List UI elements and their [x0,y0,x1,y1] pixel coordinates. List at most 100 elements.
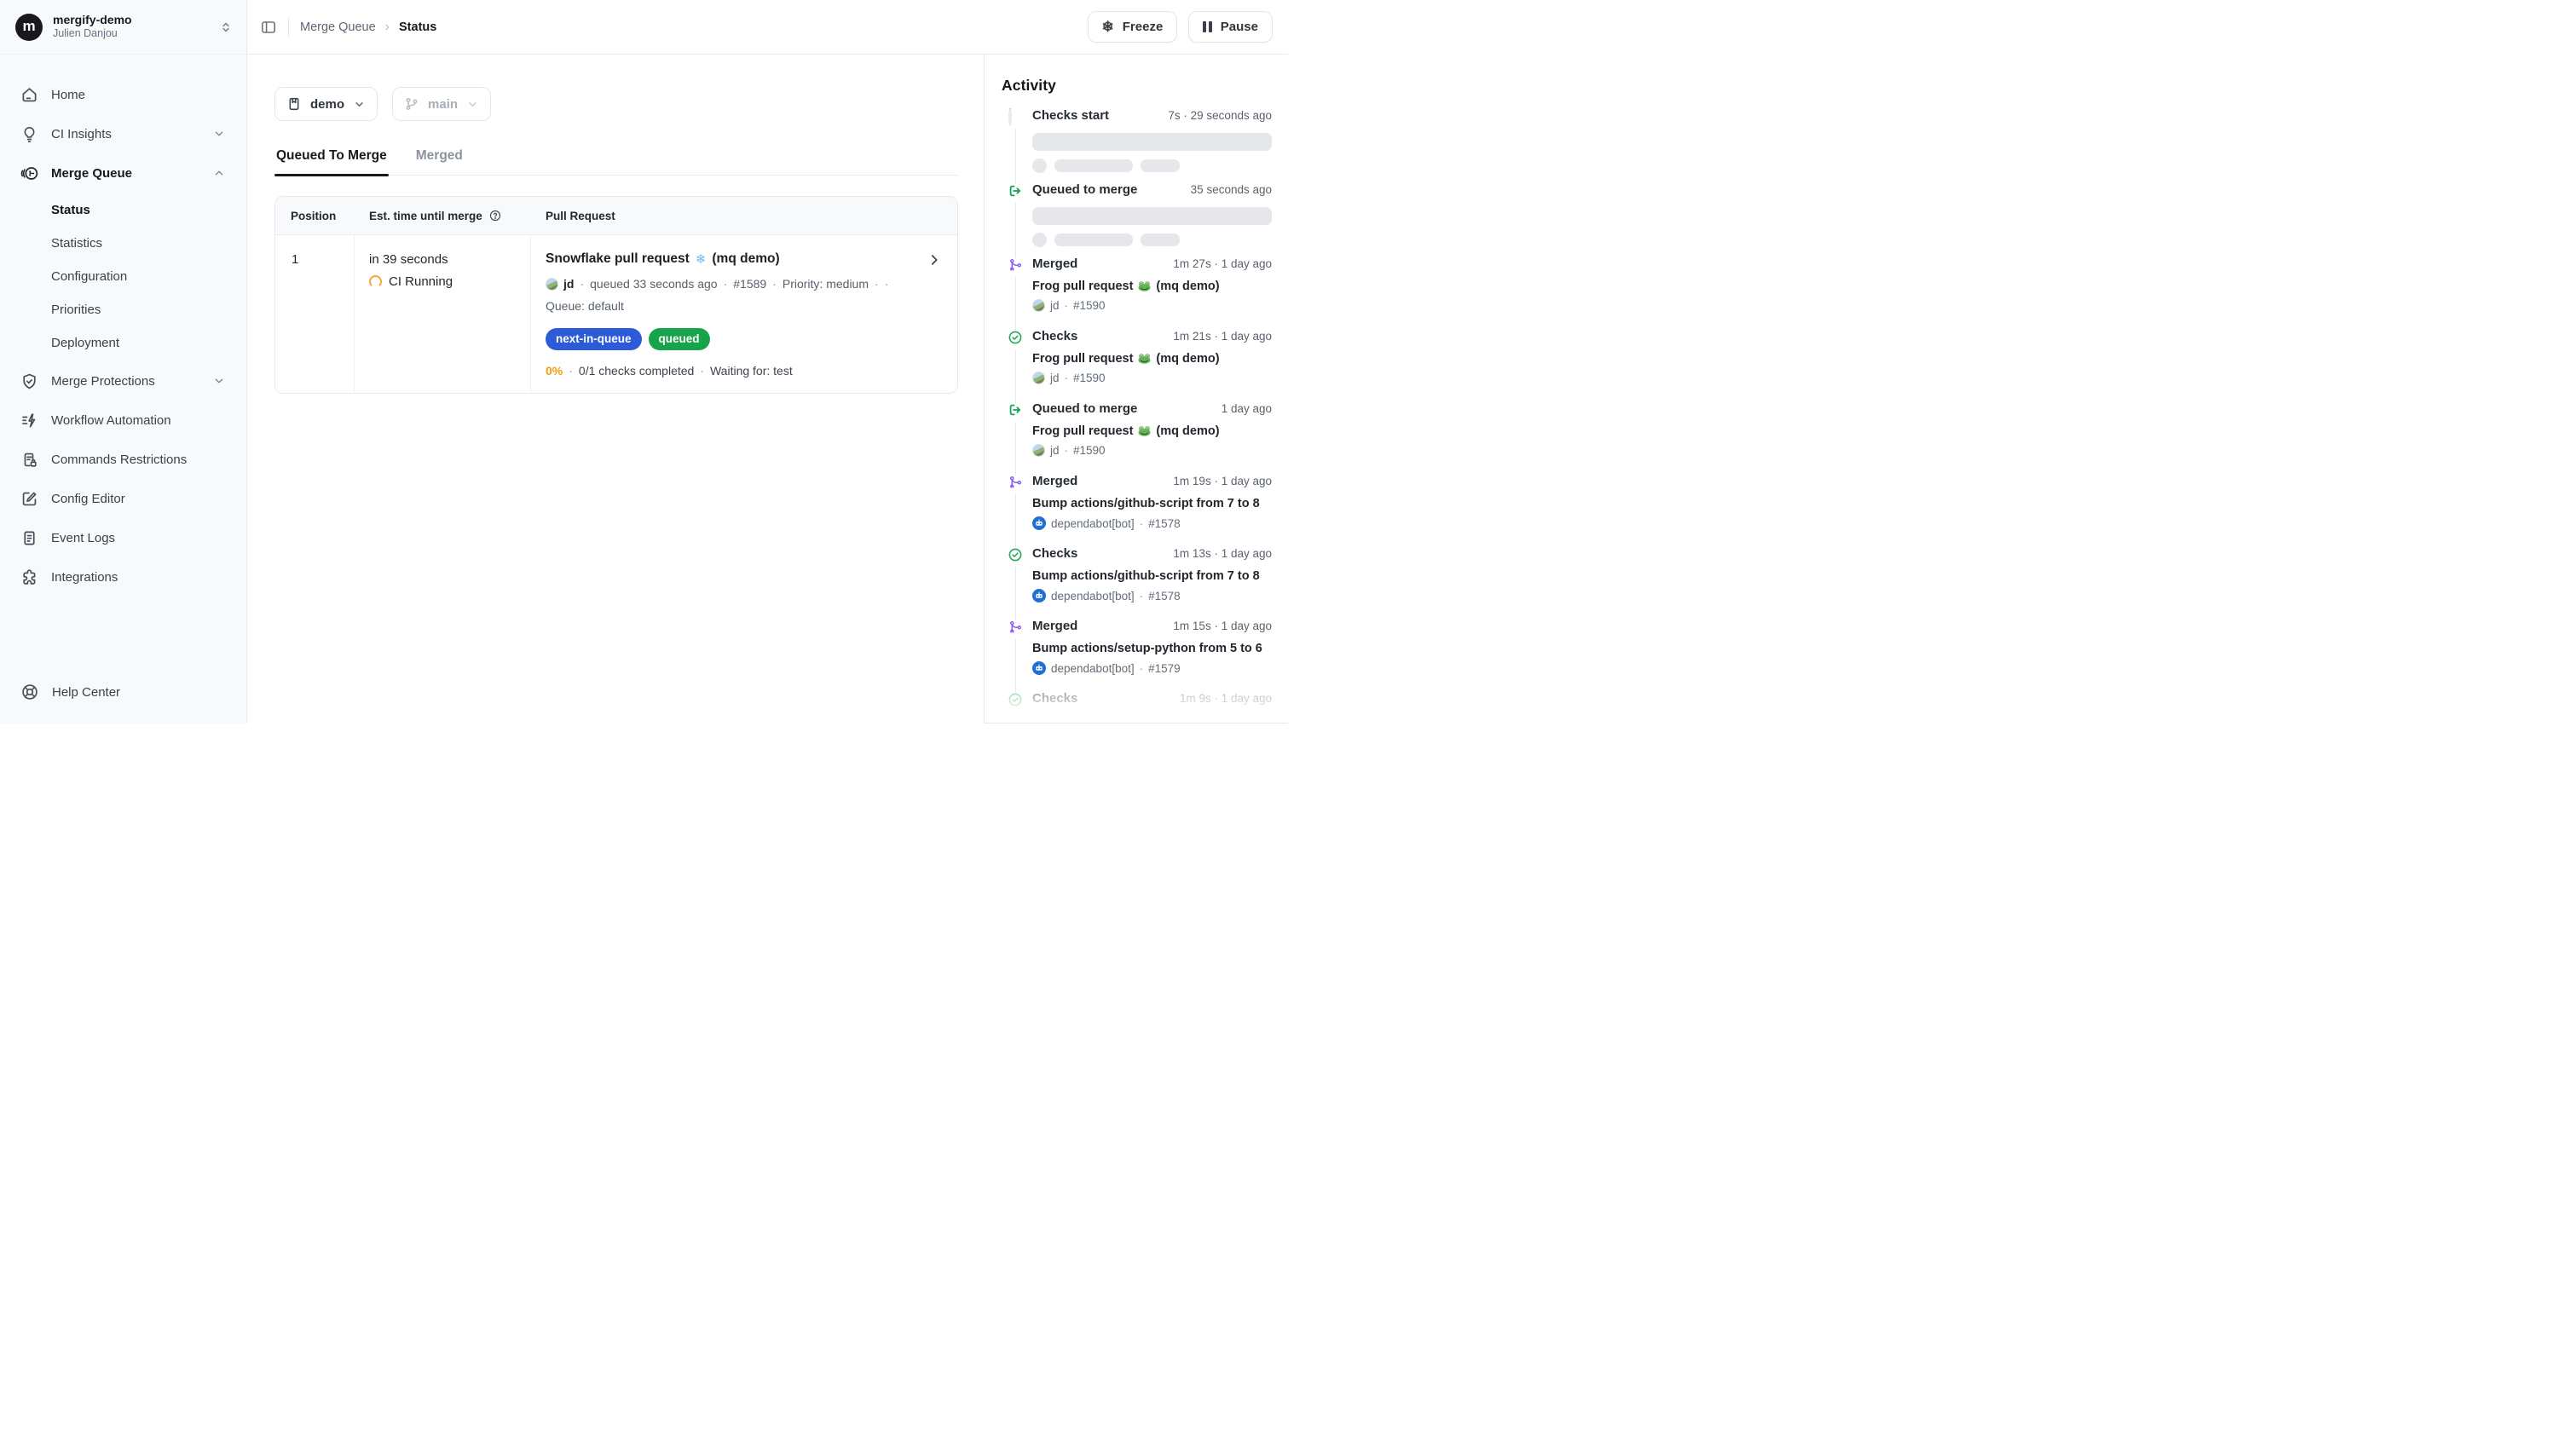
breadcrumb-merge-queue[interactable]: Merge Queue [300,20,376,34]
meta-part: Priority: medium [783,275,869,292]
activity-item-checks-start[interactable]: Checks start7s · 29 seconds ago [1008,108,1272,182]
activity-pr-title[interactable]: Bump actions/setup-python from 5 to 6 [1032,714,1272,724]
activity-pr-text: Bump actions/setup-python from 5 to 6 [1032,714,1262,724]
tab-queued-to-merge[interactable]: Queued To Merge [274,148,389,175]
activity-pr-title[interactable]: Bump actions/github-script from 7 to 8 [1032,497,1272,510]
pause-label: Pause [1221,20,1258,34]
sidebar-item-help-center[interactable]: Help Center [0,683,246,724]
meta-separator: · [772,275,777,292]
sidebar-item-workflow-automation[interactable]: Workflow Automation [12,402,234,438]
sidebar-nav: Home CI InsightsMerge QueueStatusStatisti… [0,55,246,683]
activity-item-head: Queued to merge35 seconds ago [1032,182,1272,197]
app-window: m mergify-demo Julien Danjou Home CI Insi… [0,0,1288,724]
skeleton-text [1054,159,1133,172]
snowflake-emoji: ❄ [696,251,707,267]
chevron-right-icon[interactable] [927,252,942,268]
chevron-down-icon [353,98,366,111]
activity-item-checks[interactable]: Checks1m 13s · 1 day agoBump actions/git… [1008,546,1272,619]
activity-pr-suffix: (mq demo) [1156,280,1219,293]
sidebar-item-config-editor[interactable]: Config Editor [12,481,234,516]
dependabot-icon [1032,589,1046,602]
repository-select[interactable]: demo [274,87,378,121]
row-position: 1 [275,235,355,393]
pull-request-title[interactable]: Snowflake pull request ❄ (mq demo) [546,251,913,267]
queue-table: Position Est. time until merge Pull Requ… [274,196,958,394]
activity-item-body: Merged1m 19s · 1 day agoBump actions/git… [1032,474,1272,537]
activity-item-merged[interactable]: Merged1m 27s · 1 day ago Frog pull reques… [1008,257,1272,329]
activity-item-head: Queued to merge1 day ago [1032,401,1272,416]
queue-tabs: Queued To Merge Merged [274,148,958,176]
main-column: Merge Queue › Status ❄ Freeze Pause [247,0,1288,724]
activity-pr-title[interactable]: Frog pull request(mq demo) [1032,424,1272,438]
activity-pr-title[interactable]: Bump actions/setup-python from 5 to 6 [1032,642,1272,655]
activity-pr-text: Frog pull request [1032,424,1133,438]
activity-pr-number: #1590 [1073,299,1106,312]
activity-item-merged[interactable]: Merged1m 15s · 1 day agoBump actions/set… [1008,619,1272,691]
pause-button[interactable]: Pause [1188,11,1273,43]
activity-item-merged[interactable]: Merged1m 19s · 1 day agoBump actions/git… [1008,474,1272,546]
spinner-ring [1008,108,1012,126]
freeze-button[interactable]: ❄ Freeze [1088,11,1178,43]
edit-square-icon [20,490,38,508]
activity-timestamp: 35 seconds ago [1191,183,1272,196]
sidebar-item-statistics[interactable]: Statistics [12,228,234,258]
activity-item-queued-to-merge[interactable]: Queued to merge35 seconds ago [1008,182,1272,257]
sidebar-toggle-icon[interactable] [260,19,277,36]
avatar [1032,444,1045,457]
sidebar-item-commands-restrictions[interactable]: Commands Restrictions [12,441,234,477]
account-name: mergify-demo [53,13,132,28]
branch-value: main [428,97,458,112]
checks-icon [1008,548,1022,562]
activity-pr-text: Bump actions/setup-python from 5 to 6 [1032,642,1262,655]
meta-separator: · [1140,590,1144,602]
branch-select[interactable]: main [392,87,491,121]
repo-book-icon [286,96,302,112]
activity-item-checks[interactable]: Checks1m 21s · 1 day agoFrog pull reques… [1008,329,1272,401]
label-badge-next-in-queue: next-in-queue [546,328,642,350]
tab-merged[interactable]: Merged [414,148,465,175]
sidebar-item-configuration[interactable]: Configuration [12,261,234,291]
sidebar-item-merge-protections[interactable]: Merge Protections [12,363,234,399]
activity-title: Activity [1002,77,1272,95]
main-content: demo main [247,55,984,724]
activity-item-body: Checks1m 9s · 1 day agoBump actions/setu… [1032,691,1272,724]
activity-item-checks[interactable]: Checks1m 9s · 1 day agoBump actions/setu… [1008,691,1272,724]
activity-author: dependabot[bot] [1051,662,1135,675]
sidebar-item-ci-insights[interactable]: CI Insights [12,116,234,152]
activity-pr-suffix: (mq demo) [1156,352,1219,366]
meta-separator: · [724,275,728,292]
meta-separator: · [885,275,889,292]
sidebar-item-home[interactable]: Home [12,77,234,112]
sidebar-item-deployment[interactable]: Deployment [12,327,234,358]
lightbulb-icon [20,125,38,143]
row-eta-cell: in 39 seconds CI Running [355,235,531,393]
activity-event-title: Checks [1032,691,1077,706]
queue-row[interactable]: 1 in 39 seconds CI Running Snowflake pul… [275,235,957,393]
help-center-label: Help Center [52,685,120,700]
activity-pr-title[interactable]: Bump actions/github-script from 7 to 8 [1032,569,1272,583]
pull-request-checks: 0%·0/1 checks completed·Waiting for: tes… [546,364,913,378]
activity-pr-title[interactable]: Frog pull request (mq demo) [1032,352,1272,366]
pull-request-labels: next-in-queuequeued [546,328,913,350]
account-switcher[interactable]: m mergify-demo Julien Danjou [0,0,246,55]
sidebar-item-integrations[interactable]: Integrations [12,559,234,595]
activity-item-queued-to-merge[interactable]: Queued to merge1 day ago Frog pull reques… [1008,401,1272,474]
activity-pr-title[interactable]: Frog pull request(mq demo) [1032,280,1272,293]
topbar-divider [288,18,289,37]
column-position: Position [275,210,355,222]
sidebar-item-merge-queue[interactable]: Merge Queue [12,155,234,191]
activity-pr-meta: dependabot[bot]·#1578 [1032,516,1272,530]
meta-separator: · [1065,299,1069,312]
workflow-icon [20,412,38,429]
activity-pr-text: Frog pull request [1032,352,1133,366]
help-circle-icon[interactable] [488,209,502,222]
activity-item-head: Merged1m 27s · 1 day ago [1032,257,1272,271]
sidebar-item-event-logs[interactable]: Event Logs [12,520,234,556]
account-info: mergify-demo Julien Danjou [53,13,132,41]
pr-author[interactable]: jd [546,275,574,292]
sidebar-item-status[interactable]: Status [12,194,234,225]
activity-author: jd [1050,444,1060,457]
activity-timestamp: 1 day ago [1222,402,1272,415]
sidebar-item-priorities[interactable]: Priorities [12,294,234,325]
breadcrumb-separator-icon: › [385,20,390,35]
